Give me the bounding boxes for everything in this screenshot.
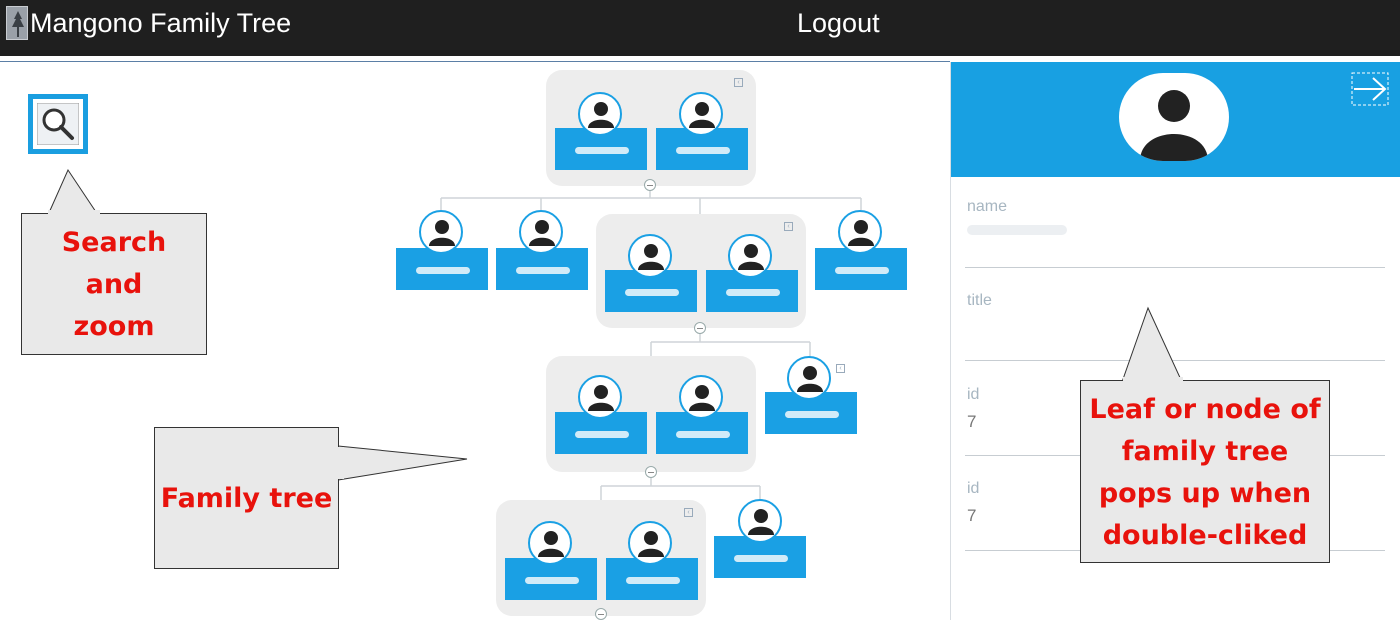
top-bar: Mangono Family Tree Logout bbox=[0, 0, 1400, 56]
collapse-icon[interactable] bbox=[595, 608, 607, 620]
field-value-name-redacted bbox=[967, 225, 1067, 235]
tree-logo-icon bbox=[6, 6, 28, 40]
leaf-callout-line: family tree bbox=[1121, 436, 1289, 467]
collapse-icon[interactable]: ‹ bbox=[684, 508, 693, 517]
collapse-icon[interactable] bbox=[694, 322, 706, 334]
tree-connectors bbox=[440, 180, 862, 500]
field-divider bbox=[965, 267, 1385, 268]
person-icon bbox=[628, 234, 672, 278]
tree-callout-text: Family tree bbox=[160, 483, 333, 514]
leaf-callout-line: pops up when bbox=[1098, 478, 1312, 509]
person-card[interactable] bbox=[496, 248, 588, 290]
collapse-icon[interactable]: ‹ bbox=[734, 78, 743, 87]
person-card[interactable] bbox=[396, 248, 488, 290]
leaf-callout: Leaf or node of family tree pops up when… bbox=[1080, 380, 1330, 563]
person-icon bbox=[528, 521, 572, 565]
person-card[interactable] bbox=[815, 248, 907, 290]
field-value-id: 7 bbox=[967, 506, 977, 525]
field-label-id: id bbox=[967, 480, 980, 497]
field-value-id: 7 bbox=[967, 412, 977, 431]
person-icon bbox=[419, 210, 463, 254]
collapse-icon[interactable] bbox=[645, 466, 657, 478]
family-tree-canvas[interactable]: ‹ ‹ ‹ ‹ bbox=[0, 62, 950, 620]
tree-callout: Family tree bbox=[154, 427, 339, 569]
person-icon bbox=[787, 356, 831, 400]
person-icon bbox=[838, 210, 882, 254]
field-label-name: name bbox=[967, 198, 1008, 215]
leaf-callout-line: double-cliked bbox=[1102, 520, 1308, 551]
logout-link[interactable]: Logout bbox=[797, 8, 880, 39]
detail-panel-header bbox=[951, 62, 1400, 177]
person-icon bbox=[728, 234, 772, 278]
person-icon bbox=[1119, 73, 1229, 161]
collapse-icon[interactable]: ‹ bbox=[784, 222, 793, 231]
person-icon bbox=[578, 92, 622, 136]
person-icon bbox=[578, 375, 622, 419]
person-icon bbox=[738, 499, 782, 543]
app-title: Mangono Family Tree bbox=[30, 8, 292, 38]
field-label-title: title bbox=[967, 292, 992, 309]
person-icon bbox=[628, 521, 672, 565]
collapse-icon[interactable]: ‹ bbox=[836, 364, 845, 373]
field-label-id: id bbox=[967, 386, 980, 403]
leaf-callout-line: Leaf or node of bbox=[1089, 394, 1321, 425]
collapse-icon[interactable] bbox=[644, 179, 656, 191]
field-divider bbox=[965, 360, 1385, 361]
person-icon bbox=[679, 92, 723, 136]
arrow-right-icon[interactable] bbox=[1351, 72, 1389, 106]
person-icon bbox=[519, 210, 563, 254]
person-icon bbox=[679, 375, 723, 419]
